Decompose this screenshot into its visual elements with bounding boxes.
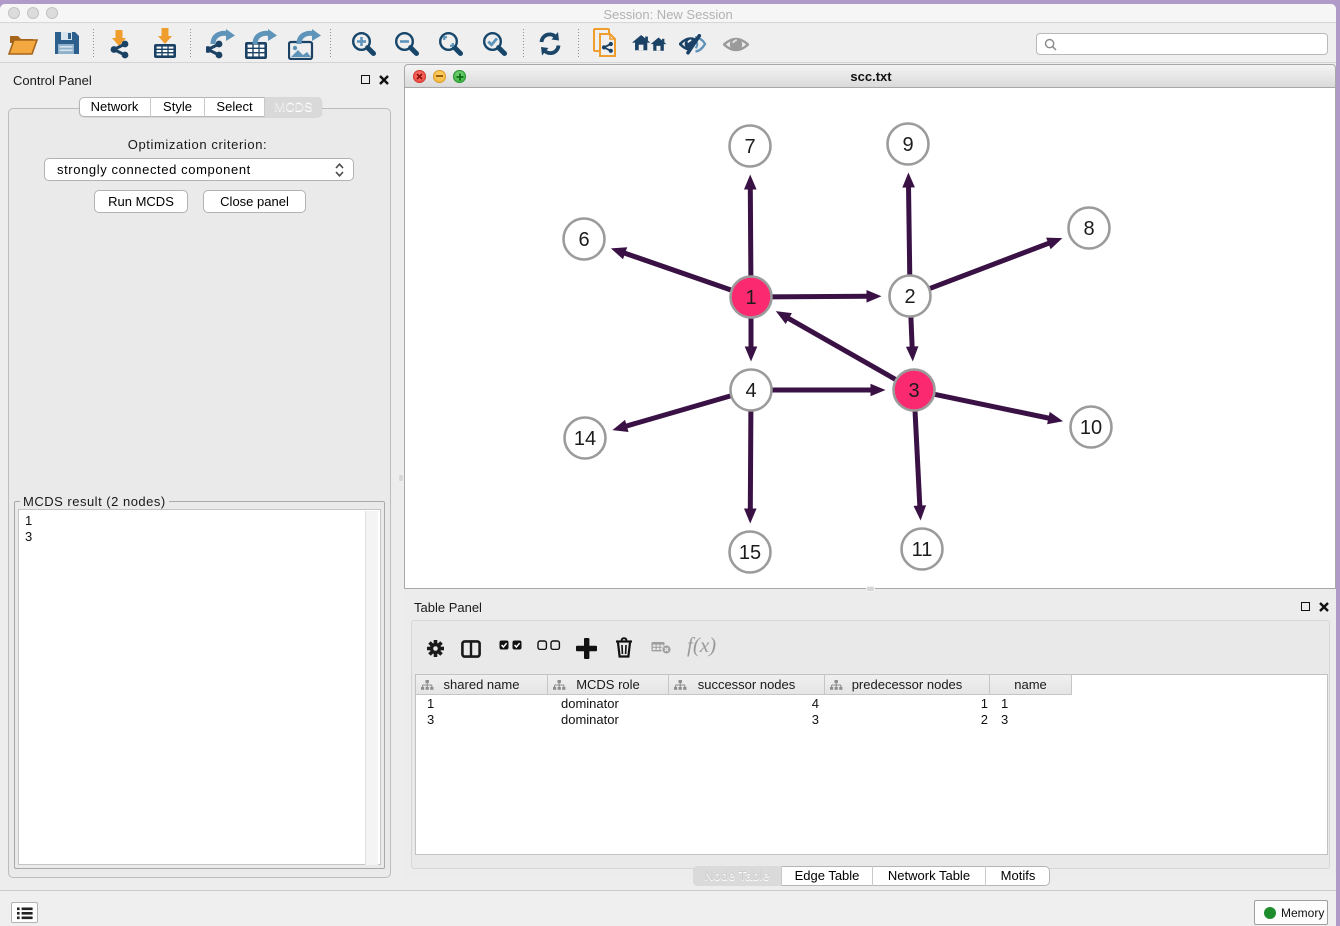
- svg-text:1: 1: [745, 287, 756, 309]
- svg-text:9: 9: [902, 134, 913, 156]
- svg-text:4: 4: [745, 380, 756, 402]
- svg-text:7: 7: [744, 136, 755, 158]
- svg-text:14: 14: [574, 428, 596, 450]
- svg-text:8: 8: [1083, 218, 1094, 240]
- svg-text:3: 3: [908, 380, 919, 402]
- svg-text:6: 6: [578, 229, 589, 251]
- svg-text:2: 2: [904, 286, 915, 308]
- svg-text:10: 10: [1080, 417, 1102, 439]
- svg-text:11: 11: [912, 539, 933, 561]
- svg-text:15: 15: [739, 542, 761, 564]
